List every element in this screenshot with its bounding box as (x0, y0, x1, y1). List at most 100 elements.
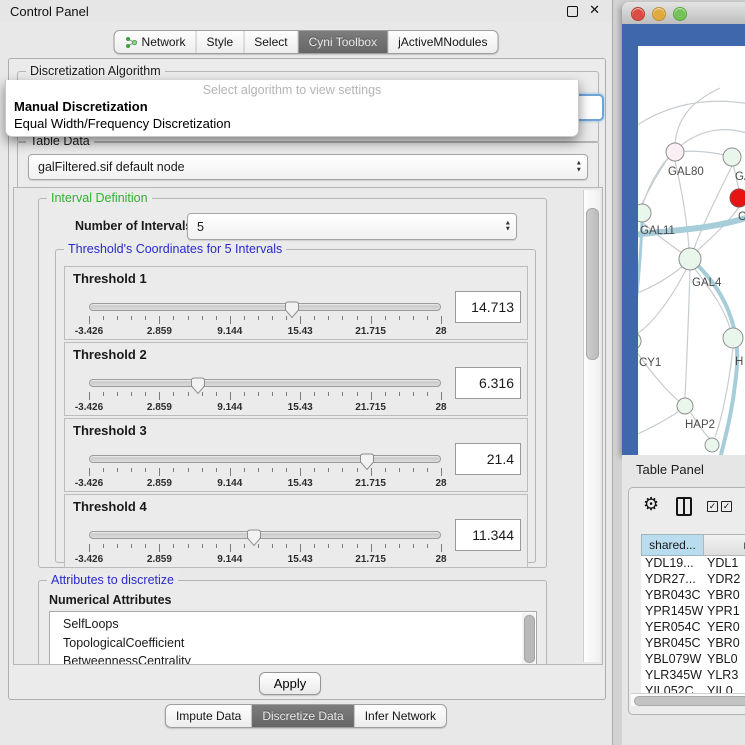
panel-scrollbar-thumb[interactable] (586, 208, 599, 360)
slider-thumb[interactable] (284, 301, 300, 319)
network-edge[interactable] (638, 270, 686, 336)
slider-track[interactable] (89, 379, 441, 387)
threshold-value-field[interactable]: 21.4 (455, 443, 521, 475)
network-edge[interactable] (638, 267, 682, 296)
threshold-slider[interactable]: -3.4262.8599.14415.4321.71528 (89, 451, 441, 491)
tab-infer-network[interactable]: Infer Network (354, 705, 446, 727)
zoom-window-icon[interactable] (673, 7, 687, 21)
slider-track[interactable] (89, 303, 441, 311)
threshold-value-field[interactable]: 11.344 (455, 519, 521, 551)
gal11-node[interactable] (638, 204, 651, 222)
attribute-list-item[interactable]: TopologicalCoefficient (50, 634, 536, 653)
top-right-node[interactable] (723, 148, 741, 166)
checkboxes-icon[interactable]: ✓ ✓ (707, 501, 732, 512)
cell-shared-name[interactable]: YIL052C (641, 684, 703, 693)
close-window-icon[interactable] (631, 7, 645, 21)
table-row[interactable]: YIL052CYIL0 (641, 684, 745, 693)
h-node[interactable] (723, 328, 743, 348)
network-edge[interactable] (638, 412, 678, 438)
gal80-node[interactable] (666, 143, 684, 161)
network-edge[interactable] (638, 101, 745, 130)
threshold-slider[interactable]: -3.4262.8599.14415.4321.71528 (89, 527, 441, 567)
cell-name[interactable]: YER0 (703, 620, 745, 636)
tab-jactivemnodules[interactable]: jActiveMNodules (387, 31, 497, 53)
cell-shared-name[interactable]: YBR043C (641, 588, 703, 604)
cell-name[interactable]: YPR1 (703, 604, 745, 620)
threshold-slider[interactable]: -3.4262.8599.14415.4321.71528 (89, 375, 441, 415)
gear-icon[interactable]: ⚙ (643, 494, 659, 515)
panel-scrollbar[interactable] (583, 190, 600, 662)
combo-stepper-icon[interactable]: ▲▼ (576, 161, 582, 174)
table-hscrollbar-thumb[interactable] (634, 696, 745, 706)
list-scrollbar-thumb[interactable] (524, 615, 535, 663)
slider-thumb[interactable] (359, 453, 375, 471)
tab-cyni-toolbox[interactable]: Cyni Toolbox (298, 31, 387, 53)
cell-shared-name[interactable]: YDL19... (641, 556, 703, 572)
float-window-icon[interactable] (567, 6, 578, 17)
cell-name[interactable]: YDL1 (703, 556, 745, 572)
cell-name[interactable]: YLR3 (703, 668, 745, 684)
table-hscrollbar[interactable] (631, 693, 745, 706)
minimize-window-icon[interactable] (652, 7, 666, 21)
network-edge-highlighted[interactable] (690, 258, 737, 376)
number-of-intervals-combo[interactable]: 5 ▲▼ (187, 213, 517, 240)
bottom-node[interactable] (705, 438, 719, 452)
cell-shared-name[interactable]: YDR27... (641, 572, 703, 588)
tab-impute-data[interactable]: Impute Data (166, 705, 251, 727)
apply-button[interactable]: Apply (259, 672, 321, 695)
network-edge[interactable] (642, 158, 668, 204)
cell-shared-name[interactable]: YLR345W (641, 668, 703, 684)
slider-track[interactable] (89, 455, 441, 463)
cell-shared-name[interactable]: YPR145W (641, 604, 703, 620)
table-row[interactable]: YBR043CYBR0 (641, 588, 745, 604)
network-edge[interactable] (638, 348, 679, 401)
threshold-slider[interactable]: -3.4262.8599.14415.4321.71528 (89, 299, 441, 339)
cell-shared-name[interactable]: YER054C (641, 620, 703, 636)
network-canvas[interactable]: GAL80GAGAL11CGAL4GCY1HHAP2 (638, 46, 745, 459)
algorithm-option-equal-width[interactable]: Equal Width/Frequency Discretization (6, 115, 578, 132)
cell-name[interactable]: YDR2 (703, 572, 745, 588)
cell-name[interactable]: YBR0 (703, 588, 745, 604)
table-row[interactable]: YLR345WYLR3 (641, 668, 745, 684)
cell-shared-name[interactable]: YBL079W (641, 652, 703, 668)
cell-name[interactable]: YBL0 (703, 652, 745, 668)
table-row[interactable]: YER054CYER0 (641, 620, 745, 636)
gal4-node[interactable] (679, 248, 701, 270)
network-window-titlebar[interactable] (622, 2, 745, 25)
attribute-list-item[interactable]: BetweennessCentrality (50, 652, 536, 665)
numerical-attributes-list[interactable]: SelfLoopsTopologicalCoefficientBetweenne… (49, 611, 537, 665)
close-icon[interactable]: ✕ (589, 2, 600, 18)
tab-discretize-data[interactable]: Discretize Data (251, 705, 353, 727)
cell-shared-name[interactable]: YBR045C (641, 636, 703, 652)
gcy1-node[interactable] (638, 332, 641, 350)
table-row[interactable]: YDR27...YDR2 (641, 572, 745, 588)
network-edge[interactable] (685, 270, 690, 398)
table-row[interactable]: YBR045CYBR0 (641, 636, 745, 652)
list-scrollbar[interactable] (522, 613, 535, 665)
table-data-combo[interactable]: galFiltered.sif default node ▲▼ (28, 154, 588, 180)
slider-thumb[interactable] (190, 377, 206, 395)
attribute-list-item[interactable]: SelfLoops (50, 615, 536, 634)
checkbox-icon[interactable]: ✓ (721, 501, 732, 512)
tab-network[interactable]: Network (115, 31, 196, 53)
tab-select[interactable]: Select (243, 31, 297, 53)
column-layout-icon[interactable] (676, 497, 692, 516)
combo-stepper-icon[interactable]: ▲▼ (505, 220, 511, 233)
selected-red-node[interactable] (730, 189, 745, 207)
algorithm-option-manual[interactable]: Manual Discretization (6, 98, 578, 115)
slider-track[interactable] (89, 531, 441, 539)
table-row[interactable]: YPR145WYPR1 (641, 604, 745, 620)
hap2-node[interactable] (677, 398, 693, 414)
network-edge-highlighted[interactable] (720, 376, 736, 459)
threshold-value-field[interactable]: 14.713 (455, 291, 521, 323)
table-row[interactable]: YDL19...YDL1 (641, 556, 745, 572)
tab-style[interactable]: Style (196, 31, 244, 53)
threshold-value-field[interactable]: 6.316 (455, 367, 521, 399)
column-header-shared-name[interactable]: shared... (641, 534, 703, 556)
slider-thumb[interactable] (246, 529, 262, 547)
column-header-name[interactable]: name (703, 534, 745, 556)
cell-name[interactable]: YBR0 (703, 636, 745, 652)
cell-name[interactable]: YIL0 (703, 684, 745, 693)
checkbox-icon[interactable]: ✓ (707, 501, 718, 512)
table-row[interactable]: YBL079WYBL0 (641, 652, 745, 668)
